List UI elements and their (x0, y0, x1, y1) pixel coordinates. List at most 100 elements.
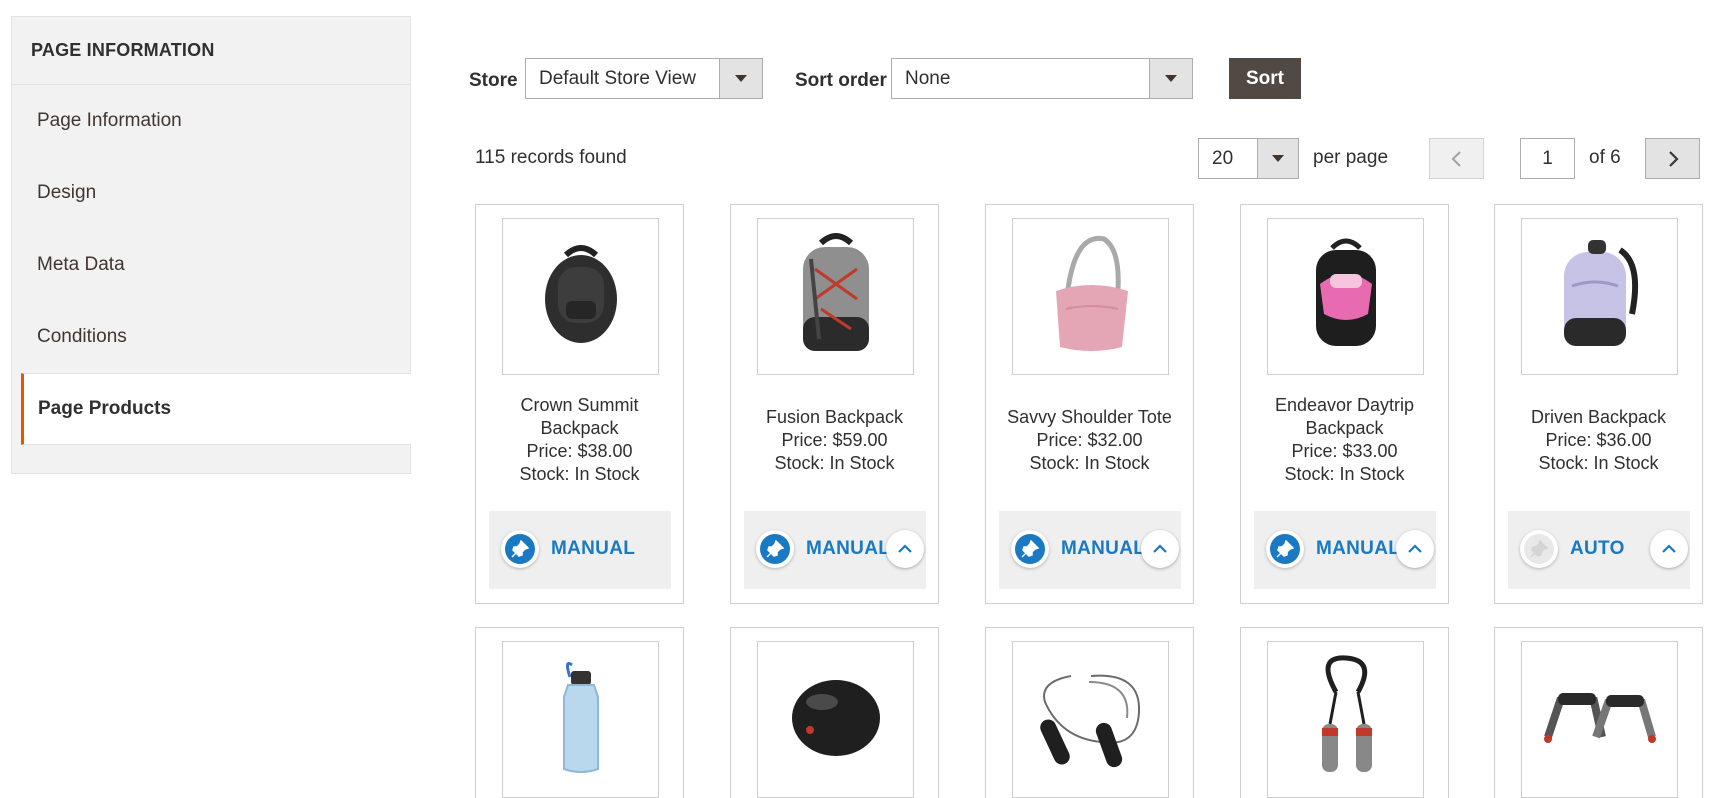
product-card[interactable]: Endeavor Daytrip Backpack Price: $33.00 … (1240, 204, 1449, 604)
chevron-up-icon (1662, 544, 1676, 553)
previous-page-button[interactable] (1429, 138, 1484, 179)
store-select-value: Default Store View (539, 67, 697, 89)
move-up-button[interactable] (886, 530, 924, 568)
chevron-down-icon[interactable] (1257, 139, 1298, 178)
product-card[interactable]: Fusion Backpack Price: $59.00 Stock: In … (730, 204, 939, 604)
product-name: Savvy Shoulder Tote (1007, 406, 1172, 427)
position-mode-bar: MANUAL (489, 511, 671, 589)
product-name: Crown Summit Backpack (520, 395, 639, 438)
page-sidebar: PAGE INFORMATION Page Information Design… (11, 16, 411, 474)
product-info: Savvy Shoulder Tote Price: $32.00 Stock:… (996, 395, 1183, 485)
product-info: Endeavor Daytrip Backpack Price: $33.00 … (1251, 395, 1438, 485)
sidebar-item-page-products[interactable]: Page Products (21, 373, 411, 445)
product-stock: Stock: In Stock (1029, 452, 1150, 473)
per-page-select[interactable]: 20 (1198, 138, 1299, 179)
pin-icon[interactable] (1266, 530, 1304, 568)
position-mode-bar: MANUAL (1254, 511, 1436, 589)
sidebar-item-page-information[interactable]: Page Information (12, 85, 410, 157)
product-name: Driven Backpack (1530, 406, 1667, 427)
pin-icon[interactable] (501, 530, 539, 568)
product-card[interactable]: Driven Backpack Price: $36.00 Stock: In … (1494, 204, 1703, 604)
position-mode-label[interactable]: MANUAL (1316, 538, 1400, 560)
product-card[interactable] (1240, 627, 1449, 798)
product-card[interactable] (730, 627, 939, 798)
move-up-button[interactable] (1650, 530, 1688, 568)
sort-button[interactable]: Sort (1229, 58, 1301, 99)
next-page-button[interactable] (1645, 138, 1700, 179)
position-mode-label[interactable]: MANUAL (551, 538, 635, 560)
product-name: Fusion Backpack (765, 406, 904, 427)
per-page-label: per page (1313, 147, 1389, 168)
product-price: Price: $36.00 (1545, 429, 1652, 450)
move-up-button[interactable] (1141, 530, 1179, 568)
store-select[interactable]: Default Store View (525, 58, 763, 99)
backpack-black-icon (536, 239, 626, 354)
product-image (1267, 641, 1424, 798)
position-mode-bar: MANUAL (744, 511, 926, 589)
product-card[interactable] (1494, 627, 1703, 798)
chevron-up-icon (898, 544, 912, 553)
product-info: Fusion Backpack Price: $59.00 Stock: In … (741, 395, 928, 485)
sidebar-title: PAGE INFORMATION (12, 17, 410, 85)
product-image (757, 641, 914, 798)
store-label: Store (469, 70, 518, 91)
chevron-up-icon (1408, 544, 1422, 553)
pin-icon[interactable] (1520, 530, 1558, 568)
chevron-left-icon (1451, 150, 1461, 167)
position-mode-label[interactable]: MANUAL (806, 538, 890, 560)
product-info: Crown Summit Backpack Price: $38.00 Stoc… (486, 395, 673, 485)
product-stock: Stock: In Stock (774, 452, 895, 473)
product-image (1521, 641, 1678, 798)
product-image (1267, 218, 1424, 375)
move-up-button[interactable] (1396, 530, 1434, 568)
chevron-down-icon[interactable] (1149, 59, 1192, 98)
chevron-up-icon (1153, 544, 1167, 553)
product-image (502, 218, 659, 375)
product-card[interactable]: Savvy Shoulder Tote Price: $32.00 Stock:… (985, 204, 1194, 604)
product-card[interactable] (475, 627, 684, 798)
position-mode-label[interactable]: MANUAL (1061, 538, 1145, 560)
product-card[interactable] (985, 627, 1194, 798)
per-page-value: 20 (1212, 147, 1234, 169)
page-number-input[interactable]: 1 (1520, 138, 1575, 179)
backpack-lavender-icon (1550, 234, 1650, 359)
position-mode-label[interactable]: AUTO (1570, 538, 1625, 560)
position-mode-bar: MANUAL (999, 511, 1181, 589)
product-stock: Stock: In Stock (1538, 452, 1659, 473)
product-stock: Stock: In Stock (1284, 464, 1405, 484)
product-stock: Stock: In Stock (519, 464, 640, 484)
product-price: Price: $32.00 (1036, 429, 1143, 450)
sidebar-item-design[interactable]: Design (12, 157, 410, 229)
sort-order-select[interactable]: None (891, 58, 1193, 99)
sort-order-value: None (905, 67, 951, 89)
backpack-gray-red-icon (791, 229, 881, 364)
product-image (1012, 641, 1169, 798)
sport-ball-icon (786, 672, 886, 767)
pin-icon[interactable] (756, 530, 794, 568)
position-mode-bar: AUTO (1508, 511, 1690, 589)
product-price: Price: $59.00 (781, 429, 888, 450)
product-card[interactable]: Crown Summit Backpack Price: $38.00 Stoc… (475, 204, 684, 604)
jump-rope-icon (1031, 662, 1151, 777)
product-price: Price: $33.00 (1291, 441, 1398, 461)
sidebar-item-meta-data[interactable]: Meta Data (12, 229, 410, 301)
records-count: 115 records found (475, 147, 627, 168)
product-info: Driven Backpack Price: $36.00 Stock: In … (1505, 395, 1692, 485)
resistance-band-icon (1306, 652, 1386, 787)
sidebar-item-conditions[interactable]: Conditions (12, 301, 410, 373)
total-pages: of 6 (1589, 147, 1621, 168)
pushup-handles-icon (1540, 677, 1660, 762)
water-bottle-icon (556, 657, 606, 782)
tote-pink-icon (1046, 229, 1136, 364)
product-image (1521, 218, 1678, 375)
product-image (1012, 218, 1169, 375)
pin-icon[interactable] (1011, 530, 1049, 568)
chevron-down-icon[interactable] (719, 59, 762, 98)
product-price: Price: $38.00 (526, 441, 633, 461)
chevron-right-icon (1668, 150, 1679, 167)
product-name: Endeavor Daytrip Backpack (1274, 395, 1415, 438)
backpack-pink-icon (1306, 234, 1386, 359)
product-image (757, 218, 914, 375)
sort-order-label: Sort order (795, 70, 887, 91)
product-image (502, 641, 659, 798)
